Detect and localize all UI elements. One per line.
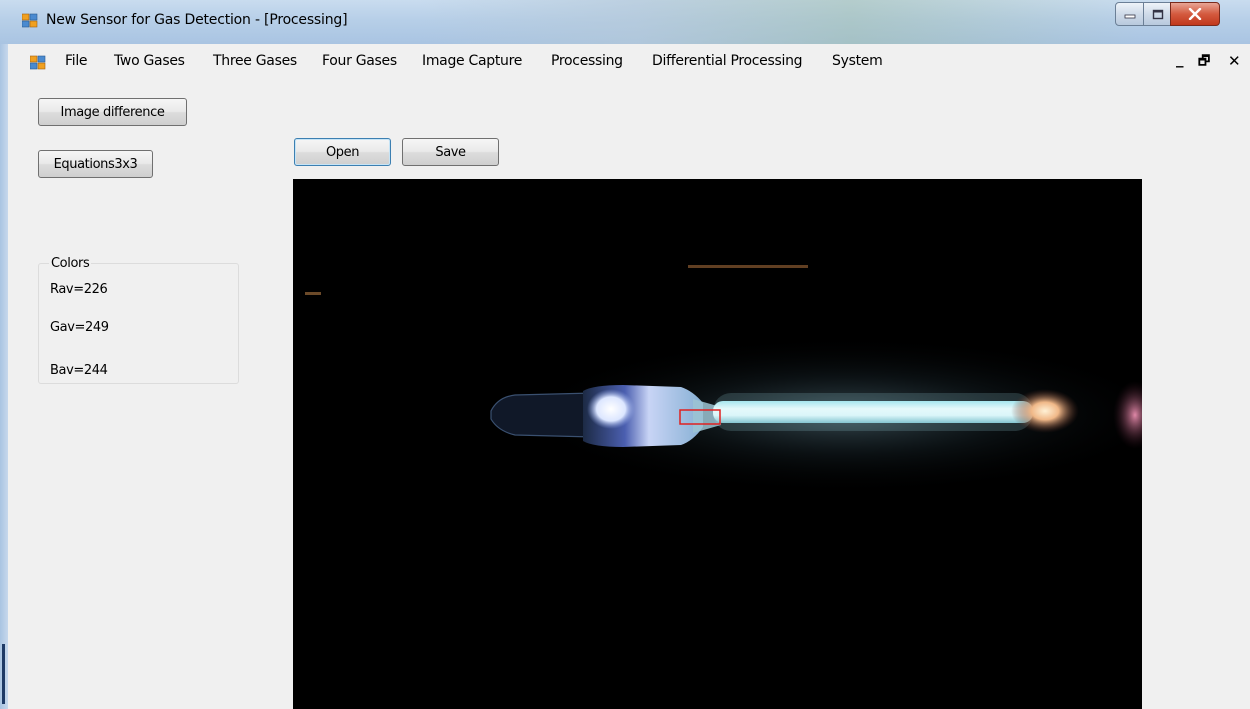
close-button[interactable] (1170, 2, 1220, 26)
mdi-restore-icon[interactable]: 🗗 (1198, 52, 1210, 74)
reflection-dot (305, 292, 321, 295)
green-average-label: Gav=249 (50, 320, 109, 335)
maximize-icon (1152, 9, 1163, 19)
mdi-child-icon[interactable] (30, 54, 46, 70)
app-window-icon[interactable] (22, 12, 38, 28)
gas-tube-image (305, 265, 1142, 495)
save-button[interactable]: Save (402, 138, 499, 166)
menu-processing[interactable]: Processing (551, 53, 623, 69)
close-icon (1188, 8, 1202, 20)
window-title: New Sensor for Gas Detection - [Processi… (46, 12, 348, 28)
beam-glow (713, 393, 1033, 431)
red-average-label: Rav=226 (50, 282, 108, 297)
frame-marker (2, 644, 5, 704)
mdi-close-icon[interactable]: ✕ (1228, 52, 1241, 70)
image-difference-button[interactable]: Image difference (38, 98, 187, 126)
maximize-button[interactable] (1143, 2, 1172, 26)
menu-differential-processing[interactable]: Differential Processing (652, 53, 803, 69)
menu-three-gases[interactable]: Three Gases (213, 53, 297, 69)
main-window: New Sensor for Gas Detection - [Processi… (0, 0, 1250, 709)
title-bar-background (420, 0, 1140, 44)
menu-system[interactable]: System (832, 53, 883, 69)
image-display[interactable] (293, 179, 1142, 709)
reflection-streak (688, 265, 808, 268)
menu-file[interactable]: File (65, 53, 88, 69)
equations3x3-button[interactable]: Equations3x3 (38, 150, 153, 178)
mdi-minimize-icon[interactable]: _ (1176, 50, 1184, 68)
menu-two-gases[interactable]: Two Gases (114, 53, 185, 69)
minimize-icon (1124, 14, 1136, 19)
colors-groupbox: Colors Rav=226 Gav=249 Bav=244 (38, 256, 239, 384)
menu-bar: File Two Gases Three Gases Four Gases Im… (8, 44, 1250, 78)
tube-left-end (490, 392, 594, 438)
blue-average-label: Bav=244 (50, 363, 108, 378)
window-frame-left (0, 44, 8, 709)
minimize-button[interactable] (1115, 2, 1145, 26)
menu-four-gases[interactable]: Four Gases (322, 53, 397, 69)
tube-right-glow (1011, 389, 1079, 433)
title-bar[interactable]: New Sensor for Gas Detection - [Processi… (0, 0, 1250, 44)
menu-image-capture[interactable]: Image Capture (422, 53, 522, 69)
bulb-hotspot (587, 389, 635, 429)
colors-group-title: Colors (49, 256, 92, 271)
open-button[interactable]: Open (294, 138, 391, 166)
